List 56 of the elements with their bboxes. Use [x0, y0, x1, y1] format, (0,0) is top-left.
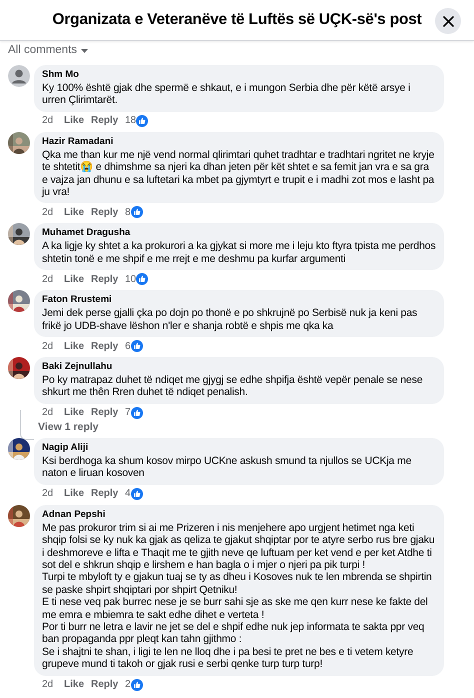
reply-link[interactable]: Reply [91, 338, 125, 354]
post-title: Organizata e Veteranëve të Luftës së UÇK-së's post [52, 10, 422, 30]
like-link[interactable]: Like [64, 272, 91, 287]
like-link[interactable]: Like [64, 338, 91, 354]
like-link[interactable]: Like [64, 405, 91, 420]
thumbs-up-icon [130, 488, 143, 500]
reaction-count[interactable]: 18 [125, 113, 136, 128]
thumbs-up-icon [136, 114, 148, 127]
comment-time[interactable]: 2d [42, 204, 64, 220]
view-replies-link[interactable]: View 1 reply [38, 420, 99, 434]
comment-text: Me pas prokuror trim si ai me Prizeren i nis menjehere apo urgjent hetimet nga keti shqip folsi se ky nuk ka gjak as qeliza te gjakut shqiptar por te atyre serbo rus bre gjaku i deshmoreve e lifta e Thaqit me te gjith neve qe luftuam per ket vend e per ket Atdhe ti sot del e shkrun shqip e lirshem e han bagla o i mjer o njeri pa pik turpi ! Turpi te mbyloft ty e gjakun tuaj se ty as dheu i Kosoves nuk te len mbrenda se shpirtin se paske shpirt shqiptari por shpirt Qetniku! E ti nese veq pak burrec nese je se burr sahi sje as ske me qen kurr nese ke fakte del me emra e mbiemra te sakt edhe dihet e verteta ! Por ti burr ne letra e lavir ne jet se del e shpif edhe nuk jep informata te sakta ppr veq ban propaganda ppr pleqt kan tahn gjithmo : Se i shajtni te shan, i ligi te len ne lloq dhe i pa besi te pret ne bes e ti vetem ketyre grupeve mund ti takoh or gjak rusi e serbi qenke turp turp turp! [42, 522, 436, 671]
comment-author[interactable]: Shm Mo [42, 69, 436, 81]
reaction-count[interactable]: 6 [125, 338, 131, 354]
reaction-count[interactable]: 10 [125, 272, 136, 287]
reply-link[interactable]: Reply [91, 113, 125, 128]
like-link[interactable]: Like [64, 204, 91, 220]
reaction-count[interactable]: 8 [125, 204, 131, 220]
like-link[interactable]: Like [64, 113, 91, 128]
reply-link[interactable]: Reply [91, 272, 125, 287]
like-link[interactable]: Like [64, 677, 91, 692]
caret-icon [81, 49, 88, 53]
comment-author[interactable]: Muhamet Dragusha [42, 227, 436, 240]
thumbs-up-icon [130, 340, 143, 352]
comment-time[interactable]: 2d [42, 272, 64, 287]
comment-time[interactable]: 2d [42, 113, 64, 128]
comment-text: Ky 100% është gjak dhe spermë e shkaut, e i mungon Serbia dhe për këtë arsye i urren Çlirimtarët. [42, 82, 412, 107]
default-avatar-icon[interactable] [8, 65, 30, 87]
comment-time[interactable]: 2d [42, 486, 64, 502]
close-button[interactable] [435, 8, 461, 34]
thumbs-up-icon [130, 406, 143, 419]
reply-link[interactable]: Reply [91, 677, 125, 692]
comment-author[interactable]: Hazir Ramadani [42, 136, 436, 148]
reaction-count[interactable]: 4 [125, 486, 131, 502]
like-link[interactable]: Like [64, 486, 91, 502]
thumbs-up-icon [130, 678, 143, 691]
comment-author[interactable]: Nagip Aliji [42, 442, 436, 454]
comment-author[interactable]: Faton Rrustemi [42, 294, 436, 306]
comment-text: A ka ligje ky shtet a ka prokurori a ka gjykat si more me i leju kto ftyra tpista me perdhos shtetin tonë e me shpif e me rrejt e me deshmu pa kurfar argumenti [42, 240, 436, 266]
comment-text: Jemi dek perse gjalli çka po dojn po thonë e po shkrujnë po Serbisë nuk ja keni pas frikë jo UDB-shave lëshon n'ler e shanja robtë e shpis me qka ka [42, 307, 418, 332]
reaction-count[interactable]: 2 [125, 677, 131, 692]
thumbs-up-icon [136, 273, 148, 286]
comment-time[interactable]: 2d [42, 338, 64, 354]
reaction-count[interactable]: 7 [125, 405, 131, 420]
comment-text: Ksi berdhoga ka shum kosov mirpo UCKne askush smund ta njullos se UCKja me naton e liruan kosoven [42, 454, 412, 480]
reply-link[interactable]: Reply [91, 204, 125, 220]
comment-time[interactable]: 2d [42, 677, 64, 692]
comment-time[interactable]: 2d [42, 405, 64, 420]
close-icon [442, 16, 454, 26]
comment-author[interactable]: Adnan Pepshi [42, 508, 436, 521]
all-comments-dropdown[interactable]: All comments [8, 43, 88, 59]
reply-link[interactable]: Reply [91, 486, 125, 502]
thumbs-up-icon [130, 206, 143, 218]
comment-text: Qka me than kur me një vend normal qlirimtari quhet tradhtar e tradhtari ngritet ne kryje te shtetit😭 e dhimshme sa njeri ka dhan jeten për kët shtet e sa femit jan vra e sa gra e vajza jan dhunu e sa luftetari ka mbet pa gjymtyrt e trupit e i madhi zot mos e lasht pa ju vra! [42, 148, 436, 198]
reply-link[interactable]: Reply [91, 405, 125, 420]
comment-author[interactable]: Baki Zejnullahu [42, 361, 436, 374]
comment-text: Po ky matrapaz duhet të ndiqet me gjygj se edhe shpifja është vepër penale se nese shkurt me thên Rren duhet të ndiqet penalish. [42, 374, 424, 399]
